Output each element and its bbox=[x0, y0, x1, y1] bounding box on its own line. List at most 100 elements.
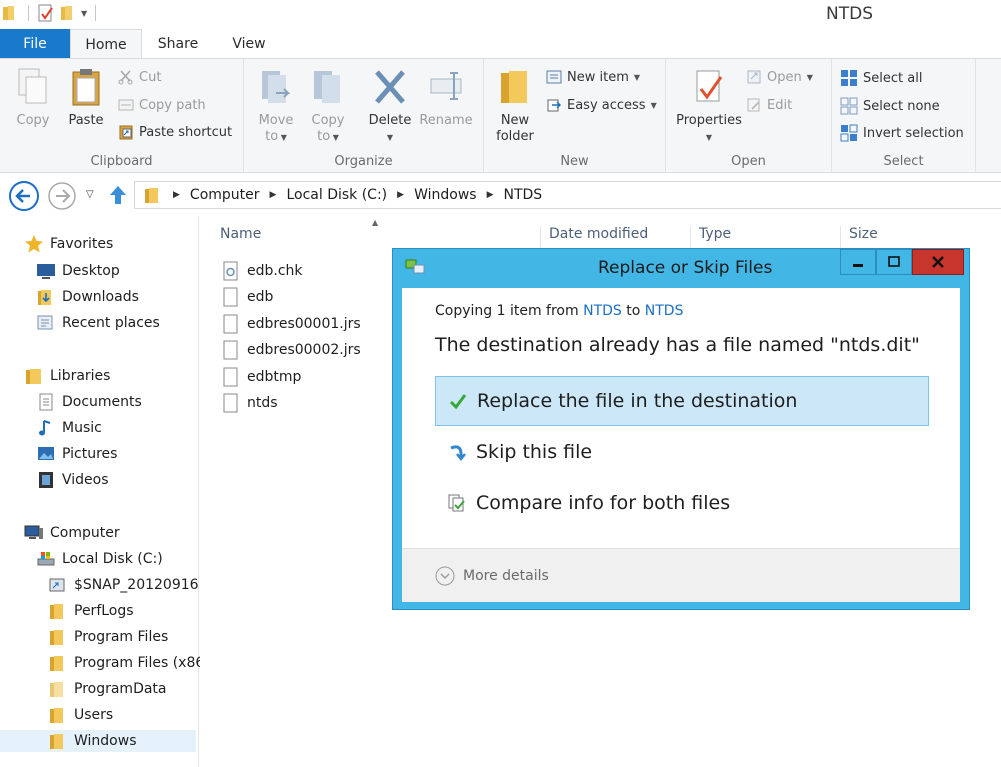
file-row[interactable]: edbtmp bbox=[222, 366, 301, 388]
nav-downloads[interactable]: Downloads bbox=[36, 286, 139, 308]
move-to-button[interactable]: Move to ▼ bbox=[256, 67, 296, 146]
nav-folder-perflogs[interactable]: PerfLogs bbox=[48, 600, 134, 622]
nav-local-disk[interactable]: Local Disk (C:) bbox=[36, 548, 163, 570]
nav-computer[interactable]: Computer bbox=[24, 522, 120, 544]
invert-selection-button[interactable]: Invert selection bbox=[840, 124, 964, 142]
breadcrumb-separator-icon[interactable]: ▶ bbox=[397, 190, 404, 200]
recent-locations-chevron-icon[interactable]: ▽ bbox=[86, 189, 94, 200]
nav-videos[interactable]: Videos bbox=[36, 469, 109, 491]
file-icon bbox=[223, 287, 238, 307]
file-name: ntds bbox=[247, 395, 278, 411]
folder-icon bbox=[145, 188, 158, 203]
conflict-heading: The destination already has a file named… bbox=[435, 334, 920, 356]
cut-button[interactable]: Cut bbox=[118, 69, 161, 85]
dialog-title-bar[interactable]: Replace or Skip Files bbox=[393, 249, 969, 285]
dialog-footer: More details bbox=[402, 548, 960, 602]
breadcrumb-ntds[interactable]: NTDS bbox=[503, 187, 542, 203]
address-bar[interactable]: ▶ Computer ▶ Local Disk (C:) ▶ Windows ▶… bbox=[134, 181, 1001, 209]
nav-pictures[interactable]: Pictures bbox=[36, 443, 117, 465]
chevron-down-icon bbox=[435, 566, 455, 586]
breadcrumb-separator-icon[interactable]: ▶ bbox=[270, 190, 277, 200]
nav-favorites[interactable]: Favorites bbox=[24, 233, 113, 255]
file-row[interactable]: edbres00002.jrs bbox=[222, 339, 361, 361]
new-folder-icon[interactable] bbox=[59, 4, 77, 22]
close-button[interactable] bbox=[912, 249, 964, 275]
copy-button[interactable]: Copy bbox=[12, 67, 54, 129]
customize-toolbar-chevron-icon[interactable]: ▼ bbox=[81, 9, 87, 18]
replace-file-option[interactable]: Replace the file in the destination bbox=[435, 376, 929, 426]
nav-documents-label: Documents bbox=[62, 394, 142, 410]
move-to-label: Move bbox=[258, 113, 294, 128]
tab-home[interactable]: Home bbox=[70, 29, 142, 59]
select-none-button[interactable]: Select none bbox=[840, 97, 940, 115]
breadcrumb-computer[interactable]: Computer bbox=[190, 187, 260, 203]
nav-folder-users[interactable]: Users bbox=[48, 704, 113, 726]
skip-file-label: Skip this file bbox=[476, 441, 593, 463]
skip-file-option[interactable]: Skip this file bbox=[435, 427, 929, 477]
easy-access-button[interactable]: Easy access ▼ bbox=[546, 97, 657, 113]
minimize-button[interactable] bbox=[840, 249, 876, 275]
column-header-name[interactable]: Name bbox=[212, 226, 540, 248]
documents-icon bbox=[39, 393, 53, 411]
back-arrow-icon[interactable] bbox=[8, 180, 40, 212]
open-button[interactable]: Open ▼ bbox=[746, 69, 813, 85]
maximize-button[interactable] bbox=[876, 249, 912, 275]
open-label: Open bbox=[767, 69, 802, 85]
breadcrumb-separator-icon[interactable]: ▶ bbox=[173, 190, 180, 200]
edit-button[interactable]: Edit bbox=[746, 97, 792, 113]
nav-desktop[interactable]: Desktop bbox=[36, 260, 120, 282]
new-folder-button[interactable]: New folder bbox=[492, 67, 538, 145]
destination-folder-link[interactable]: NTDS bbox=[645, 303, 684, 319]
easy-access-icon bbox=[547, 99, 561, 112]
paste-shortcut-button[interactable]: Paste shortcut bbox=[118, 124, 232, 140]
paste-button[interactable]: Paste bbox=[64, 67, 108, 129]
file-row[interactable]: edb bbox=[222, 286, 273, 308]
breadcrumb-windows[interactable]: Windows bbox=[414, 187, 477, 203]
nav-folder-programdata[interactable]: ProgramData bbox=[48, 678, 167, 700]
tab-view[interactable]: View bbox=[214, 29, 284, 59]
new-item-button[interactable]: New item ▼ bbox=[546, 69, 640, 85]
nav-recent-places[interactable]: Recent places bbox=[36, 312, 160, 334]
open-group: Properties ▼ Open ▼ Edit Open bbox=[666, 59, 832, 173]
edit-label: Edit bbox=[767, 97, 793, 113]
copy-path-button[interactable]: Copy path bbox=[118, 97, 206, 113]
music-note-icon bbox=[39, 420, 51, 436]
file-row[interactable]: edb.chk bbox=[222, 260, 303, 282]
folder-icon bbox=[50, 682, 63, 697]
file-row[interactable]: ntds bbox=[222, 392, 278, 414]
nav-music[interactable]: Music bbox=[36, 417, 102, 439]
properties-icon[interactable] bbox=[37, 4, 55, 22]
nav-folder-program-files-x86[interactable]: Program Files (x86 bbox=[48, 652, 204, 674]
open-group-label: Open bbox=[731, 154, 766, 169]
nav-folder-snap[interactable]: $SNAP_201209161 bbox=[48, 574, 207, 596]
copy-to-button[interactable]: Copy to ▼ bbox=[308, 67, 348, 146]
forward-arrow-icon[interactable] bbox=[46, 180, 78, 212]
more-details-label: More details bbox=[463, 568, 549, 584]
copy-label: Copy bbox=[16, 113, 50, 128]
file-name: edbres00002.jrs bbox=[247, 342, 361, 358]
column-header-size[interactable]: Size bbox=[840, 226, 1001, 248]
nav-folder-program-files[interactable]: Program Files bbox=[48, 626, 168, 648]
up-arrow-icon[interactable] bbox=[106, 183, 130, 207]
compare-files-option[interactable]: Compare info for both files bbox=[435, 478, 929, 528]
nav-libraries[interactable]: Libraries bbox=[24, 365, 110, 387]
dialog-body: Copying 1 item from NTDS to NTDS The des… bbox=[402, 288, 960, 602]
breadcrumb-separator-icon[interactable]: ▶ bbox=[487, 190, 494, 200]
file-row[interactable]: edbres00001.jrs bbox=[222, 313, 361, 335]
tab-share[interactable]: Share bbox=[142, 29, 214, 59]
properties-button[interactable]: Properties ▼ bbox=[672, 67, 746, 146]
rename-label: Rename bbox=[419, 113, 473, 128]
nav-folder-windows[interactable]: Windows bbox=[0, 730, 196, 752]
tab-file[interactable]: File bbox=[0, 29, 70, 59]
column-header-type[interactable]: Type bbox=[690, 226, 840, 248]
nav-documents[interactable]: Documents bbox=[36, 391, 142, 413]
breadcrumb-local-disk[interactable]: Local Disk (C:) bbox=[286, 187, 387, 203]
more-details-toggle[interactable]: More details bbox=[435, 566, 549, 586]
copy-to-label: Copy bbox=[311, 113, 345, 128]
column-header-date-modified[interactable]: Date modified bbox=[540, 226, 690, 248]
select-all-button[interactable]: Select all bbox=[840, 69, 922, 87]
delete-button[interactable]: Delete ▼ bbox=[368, 67, 412, 146]
rename-button[interactable]: Rename bbox=[418, 67, 474, 129]
source-folder-link[interactable]: NTDS bbox=[583, 303, 622, 319]
new-folder-label: New bbox=[500, 113, 530, 128]
